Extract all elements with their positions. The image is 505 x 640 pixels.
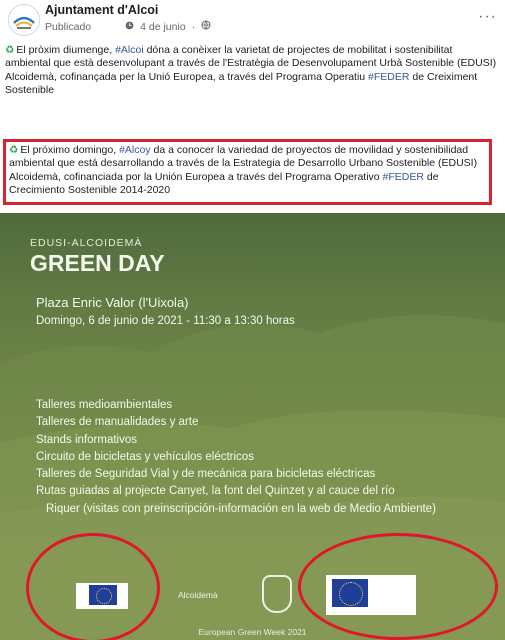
activity-item: Talleres de manualidades y arte: [36, 416, 199, 429]
alcoidema-logo: Alcoidemà: [178, 590, 218, 600]
activity-item: Rutas guiadas al projecte Canyet, la fon…: [36, 485, 395, 498]
ajuntament-logo-icon: [9, 5, 39, 35]
caption-spanish-highlighted: ♻ El próximo domingo, #Alcoy da a conocer…: [3, 139, 492, 205]
caption-text: El próximo domingo,: [20, 144, 120, 156]
alcoi-seal-icon: [262, 575, 292, 613]
page-name-link[interactable]: Ajuntament d'Alcoi: [45, 3, 158, 17]
poster-title: GREEN DAY: [30, 250, 165, 276]
hashtag-feder-link[interactable]: #FEDER: [368, 71, 409, 83]
highlight-ellipse: [298, 533, 498, 640]
poster-place: Plaza Enric Valor (l'Uixola): [36, 295, 189, 310]
post-date[interactable]: 4 de junio: [140, 21, 186, 33]
highlight-ellipse: [26, 533, 160, 640]
post-header: Ajuntament d'Alcoi Publicado 4 de junio …: [0, 0, 505, 42]
poster-datetime: Domingo, 6 de junio de 2021 - 11:30 a 13…: [36, 315, 295, 327]
clock-icon: [125, 21, 134, 33]
activity-item: Circuito de bicicletas y vehículos eléct…: [36, 450, 254, 463]
activity-item: Talleres medioambientales: [36, 399, 173, 411]
page-avatar[interactable]: [8, 4, 40, 36]
activities-list: Talleres medioambientales Talleres de ma…: [36, 397, 436, 518]
caption-catalan: ♻ El pròxim diumenge, #Alcoi dóna a conèi…: [5, 44, 500, 98]
recycle-icon: ♻: [9, 144, 19, 156]
recycle-icon: ♻: [5, 44, 15, 56]
globe-icon: [201, 20, 211, 33]
poster-tag: EDUSI-ALCOIDEMÀ: [30, 237, 143, 249]
activity-item: Riquer (visitas con preinscripción-infor…: [46, 502, 436, 515]
activity-item: Talleres de Seguridad Vial y de mecánica…: [36, 468, 376, 481]
post-status: Publicado: [45, 20, 92, 33]
hashtag-alcoy-link[interactable]: #Alcoy: [119, 144, 151, 156]
post-image-poster[interactable]: EDUSI-ALCOIDEMÀ GREEN DAY Plaza Enric Va…: [0, 213, 505, 640]
separator-dot: ·: [191, 20, 196, 33]
hashtag-feder-link[interactable]: #FEDER: [383, 171, 424, 183]
hashtag-alcoi-link[interactable]: #Alcoi: [115, 44, 144, 56]
activity-item: Stands informativos: [36, 433, 137, 446]
post-meta: Publicado 4 de junio ·: [45, 20, 211, 33]
more-options-icon[interactable]: ···: [478, 8, 497, 26]
caption-text: El pròxim diumenge,: [16, 44, 116, 56]
